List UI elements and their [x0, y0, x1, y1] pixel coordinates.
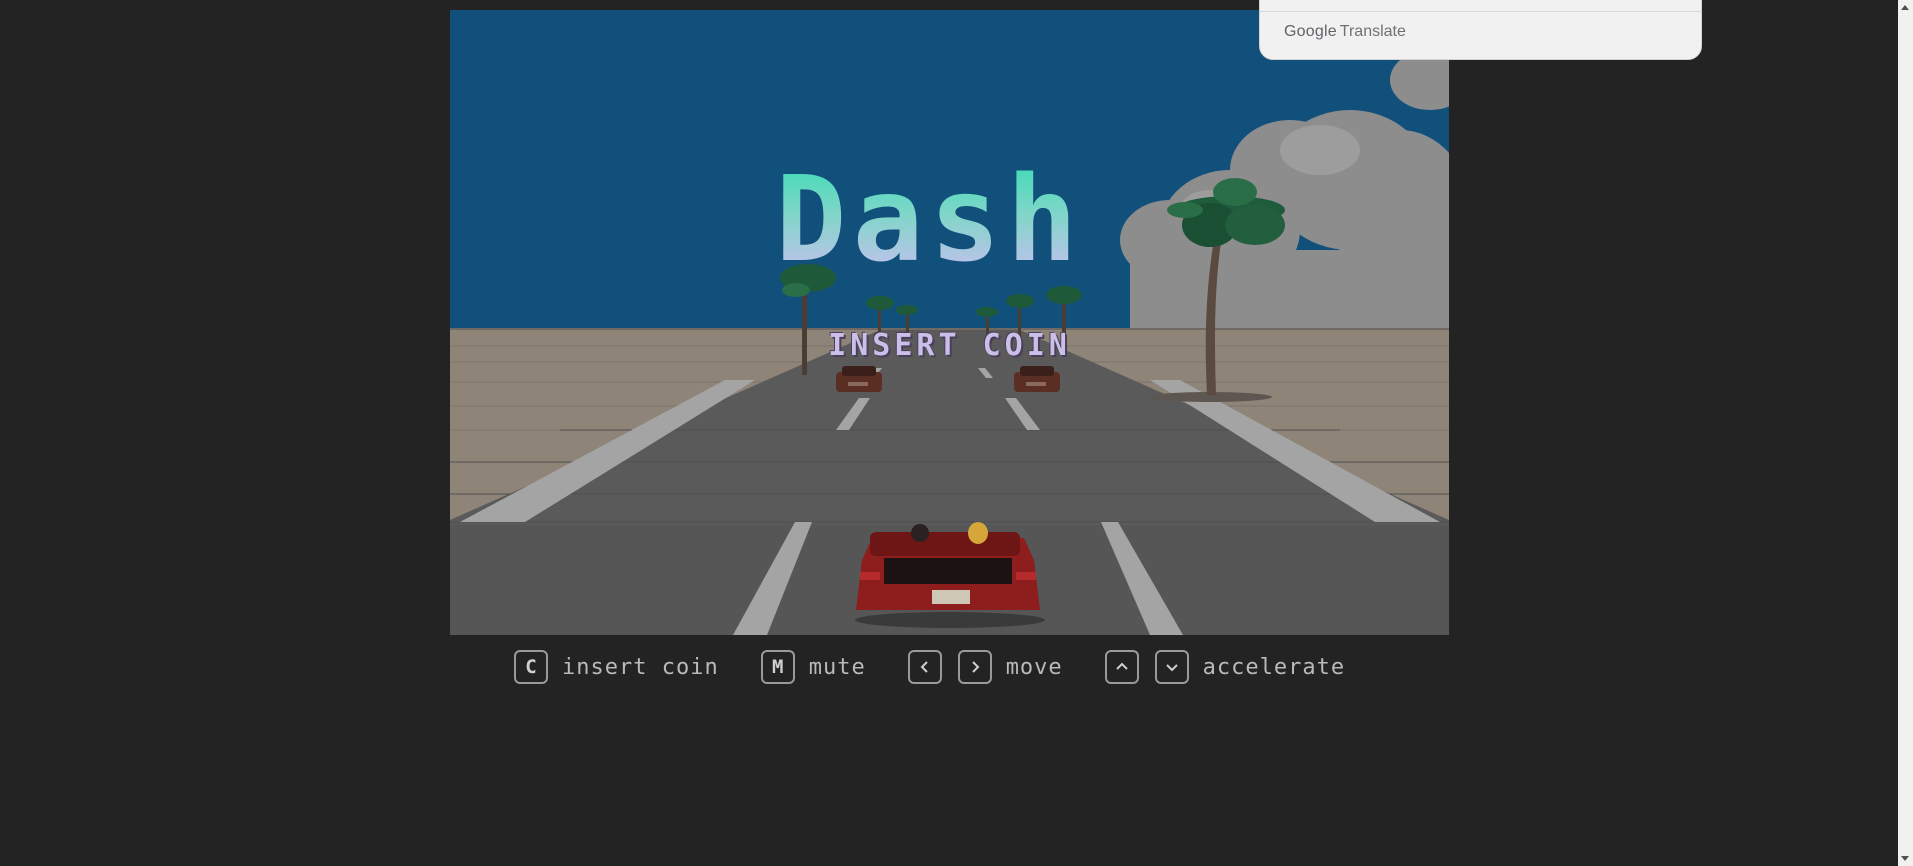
game-canvas[interactable]: Dash INSERT COIN: [450, 10, 1449, 635]
key-m[interactable]: M: [760, 650, 795, 684]
rival-car-left: [836, 366, 882, 392]
game-scene: [450, 10, 1449, 635]
game-title: Dash: [450, 160, 1429, 278]
key-left[interactable]: [907, 650, 942, 684]
accelerate-label: accelerate: [1202, 654, 1346, 680]
key-down[interactable]: [1154, 650, 1189, 684]
insert-coin-prompt: INSERT COIN: [828, 328, 1071, 363]
rival-car-right: [1014, 366, 1060, 392]
key-right[interactable]: [957, 650, 992, 684]
vertical-scrollbar[interactable]: [1898, 0, 1913, 866]
google-logo-text: Google: [1284, 23, 1337, 40]
key-up[interactable]: [1104, 650, 1139, 684]
chevron-up-icon: [1115, 662, 1128, 670]
control-move: move: [907, 650, 1063, 684]
scroll-down-arrow-icon[interactable]: [1901, 856, 1909, 861]
chevron-left-icon: [920, 661, 928, 673]
google-translate-brand[interactable]: Google Translate: [1284, 23, 1406, 41]
scroll-up-arrow-icon[interactable]: [1901, 5, 1909, 10]
translate-text: Translate: [1339, 23, 1406, 40]
chevron-right-icon: [971, 661, 980, 673]
key-c[interactable]: C: [514, 650, 548, 684]
controls-bar: C insert coin M mute move accelerate: [514, 648, 1345, 686]
google-translate-popup[interactable]: Google Translate: [1259, 0, 1702, 60]
chevron-down-icon: [1165, 664, 1178, 672]
control-insert-coin: C insert coin: [514, 650, 719, 684]
control-mute: M mute: [760, 650, 866, 684]
control-accelerate: accelerate: [1104, 650, 1346, 684]
insert-coin-label: insert coin: [562, 654, 719, 680]
move-label: move: [1005, 654, 1063, 680]
mute-label: mute: [808, 654, 866, 680]
popup-divider: [1260, 11, 1701, 12]
